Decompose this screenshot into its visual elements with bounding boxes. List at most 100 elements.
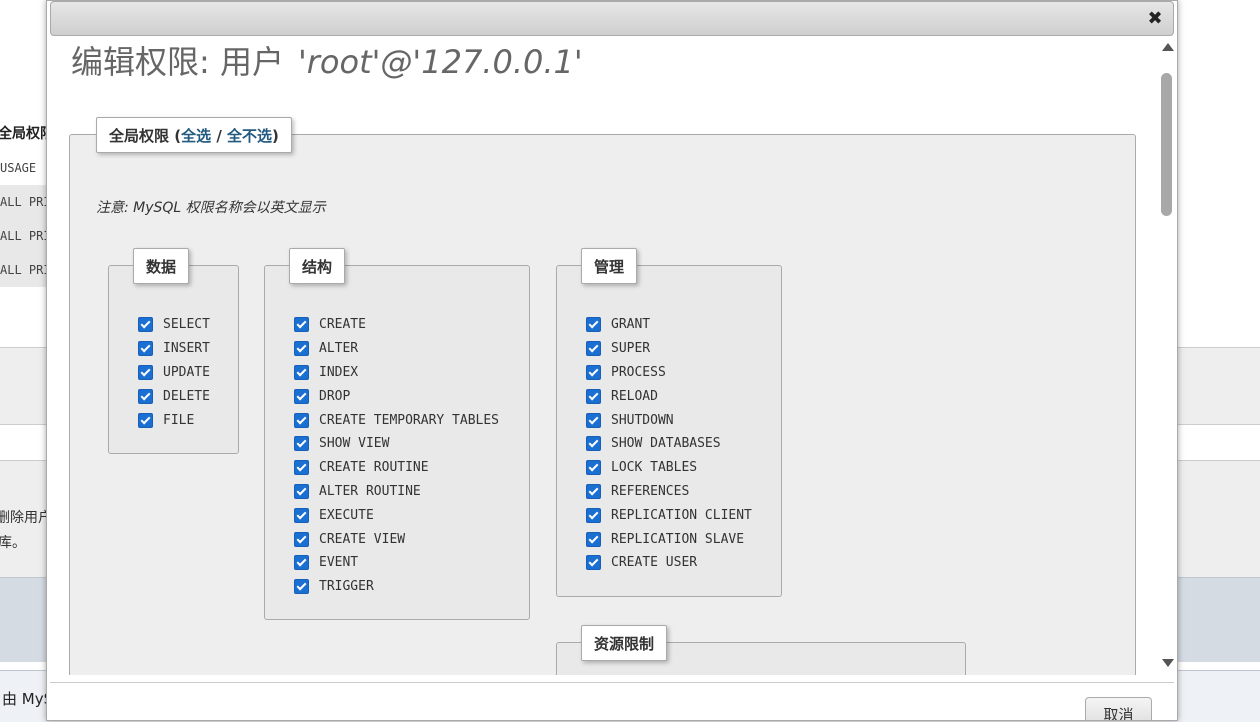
privilege-checkbox[interactable] xyxy=(294,317,309,333)
legend-close: ) xyxy=(272,127,279,145)
resource-group-legend: 资源限制 xyxy=(581,625,668,661)
privilege-item: REFERENCES xyxy=(586,480,752,504)
privilege-label[interactable]: REPLICATION CLIENT xyxy=(611,508,752,523)
privilege-note: 注意: MySQL 权限名称会以英文显示 xyxy=(96,200,326,216)
privilege-label[interactable]: SELECT xyxy=(163,317,210,332)
privilege-item: LOCK TABLES xyxy=(586,456,752,480)
privilege-checkbox[interactable] xyxy=(138,341,153,357)
privilege-label[interactable]: ALTER ROUTINE xyxy=(319,484,421,499)
privilege-item: REPLICATION CLIENT xyxy=(586,503,752,527)
privilege-checkbox[interactable] xyxy=(294,436,309,452)
privilege-label[interactable]: LOCK TABLES xyxy=(611,460,697,475)
privilege-label[interactable]: PROCESS xyxy=(611,365,666,380)
privilege-checkbox[interactable] xyxy=(294,388,309,404)
privilege-checkbox[interactable] xyxy=(586,364,601,380)
privilege-item: ALTER xyxy=(294,337,499,361)
privilege-label[interactable]: SUPER xyxy=(611,341,650,356)
privilege-label[interactable]: RELOAD xyxy=(611,389,658,404)
privilege-checkbox[interactable] xyxy=(586,317,601,333)
privilege-checkbox[interactable] xyxy=(294,412,309,428)
dialog-content: 编辑权限: 用户 'root'@'127.0.0.1' 全局权限 (全选 / 全不… xyxy=(47,37,1159,675)
privilege-label[interactable]: CREATE TEMPORARY TABLES xyxy=(319,413,499,428)
privilege-checkbox[interactable] xyxy=(138,364,153,380)
privilege-item: FILE xyxy=(138,408,210,432)
privilege-item: CREATE VIEW xyxy=(294,527,499,551)
data-privilege-list: SELECT INSERT UPDATE DELETE FILE xyxy=(138,313,210,432)
privilege-checkbox[interactable] xyxy=(586,483,601,499)
legend-label: 全局权限 ( xyxy=(109,127,182,145)
privilege-item: GRANT xyxy=(586,313,752,337)
privilege-item: TRIGGER xyxy=(294,575,499,599)
privilege-label[interactable]: CREATE VIEW xyxy=(319,532,405,547)
privilege-label[interactable]: UPDATE xyxy=(163,365,210,380)
privilege-item: CREATE USER xyxy=(586,551,752,575)
structure-privileges-group: 结构 CREATE ALTER INDEX DROP CREATE TEMPORARY … xyxy=(264,248,530,620)
select-all-link[interactable]: 全选 xyxy=(181,127,211,145)
privilege-checkbox[interactable] xyxy=(586,412,601,428)
data-privileges-group: 数据 SELECT INSERT UPDATE DELETE FILE xyxy=(108,248,239,454)
privilege-label[interactable]: INSERT xyxy=(163,341,210,356)
privilege-label[interactable]: GRANT xyxy=(611,317,650,332)
data-group-legend: 数据 xyxy=(133,248,190,284)
scroll-up-icon[interactable] xyxy=(1162,43,1174,51)
page-title: 编辑权限: 用户 'root'@'127.0.0.1' xyxy=(71,37,583,83)
privilege-checkbox[interactable] xyxy=(294,460,309,476)
privilege-label[interactable]: SHUTDOWN xyxy=(611,413,674,428)
dialog-button-bar: 取消 xyxy=(50,682,1174,720)
title-prefix: 编辑权限: 用户 xyxy=(71,43,284,81)
privilege-label[interactable]: TRIGGER xyxy=(319,579,374,594)
dialog-scrollbar[interactable] xyxy=(1159,39,1175,673)
privilege-checkbox[interactable] xyxy=(586,388,601,404)
close-icon[interactable]: ✖ xyxy=(1145,9,1165,29)
privilege-label[interactable]: INDEX xyxy=(319,365,358,380)
privilege-item: SHUTDOWN xyxy=(586,408,752,432)
privilege-item: EXECUTE xyxy=(294,503,499,527)
privilege-label[interactable]: CREATE USER xyxy=(611,555,697,570)
privilege-item: ALTER ROUTINE xyxy=(294,480,499,504)
privilege-checkbox[interactable] xyxy=(586,555,601,571)
privilege-checkbox[interactable] xyxy=(586,436,601,452)
cancel-button[interactable]: 取消 xyxy=(1085,697,1152,720)
privilege-item: PROCESS xyxy=(586,361,752,385)
privilege-item: RELOAD xyxy=(586,384,752,408)
privilege-label[interactable]: SHOW VIEW xyxy=(319,436,389,451)
privilege-item: CREATE ROUTINE xyxy=(294,456,499,480)
privilege-label[interactable]: CREATE ROUTINE xyxy=(319,460,429,475)
privilege-label[interactable]: FILE xyxy=(163,413,194,428)
privilege-label[interactable]: SHOW DATABASES xyxy=(611,436,721,451)
privilege-item: INDEX xyxy=(294,361,499,385)
scrollbar-thumb[interactable] xyxy=(1161,73,1172,216)
privilege-label[interactable]: REPLICATION SLAVE xyxy=(611,532,744,547)
privilege-checkbox[interactable] xyxy=(138,388,153,404)
privilege-checkbox[interactable] xyxy=(294,341,309,357)
privilege-item: SHOW DATABASES xyxy=(586,432,752,456)
privilege-checkbox[interactable] xyxy=(294,579,309,595)
privilege-checkbox[interactable] xyxy=(586,531,601,547)
bg-text: 库。 xyxy=(0,535,26,551)
privilege-label[interactable]: DROP xyxy=(319,389,350,404)
select-none-link[interactable]: 全不选 xyxy=(227,127,272,145)
privilege-checkbox[interactable] xyxy=(138,317,153,333)
legend-separator: / xyxy=(211,127,228,145)
privilege-label[interactable]: EXECUTE xyxy=(319,508,374,523)
scroll-down-icon[interactable] xyxy=(1162,659,1174,667)
privilege-checkbox[interactable] xyxy=(294,555,309,571)
privilege-checkbox[interactable] xyxy=(586,507,601,523)
dialog-titlebar[interactable]: ✖ xyxy=(50,1,1174,36)
privilege-label[interactable]: DELETE xyxy=(163,389,210,404)
privilege-checkbox[interactable] xyxy=(586,341,601,357)
resource-limits-group: 资源限制 xyxy=(556,625,966,675)
bg-table-row: ALL PRIVILEGES xyxy=(0,185,46,219)
privilege-label[interactable]: ALTER xyxy=(319,341,358,356)
privilege-checkbox[interactable] xyxy=(294,507,309,523)
privilege-label[interactable]: REFERENCES xyxy=(611,484,689,499)
privilege-label[interactable]: EVENT xyxy=(319,555,358,570)
privilege-checkbox[interactable] xyxy=(294,364,309,380)
privilege-checkbox[interactable] xyxy=(138,412,153,428)
privilege-checkbox[interactable] xyxy=(586,460,601,476)
privilege-item: UPDATE xyxy=(138,361,210,385)
privilege-item: CREATE xyxy=(294,313,499,337)
privilege-label[interactable]: CREATE xyxy=(319,317,366,332)
privilege-checkbox[interactable] xyxy=(294,531,309,547)
privilege-checkbox[interactable] xyxy=(294,483,309,499)
